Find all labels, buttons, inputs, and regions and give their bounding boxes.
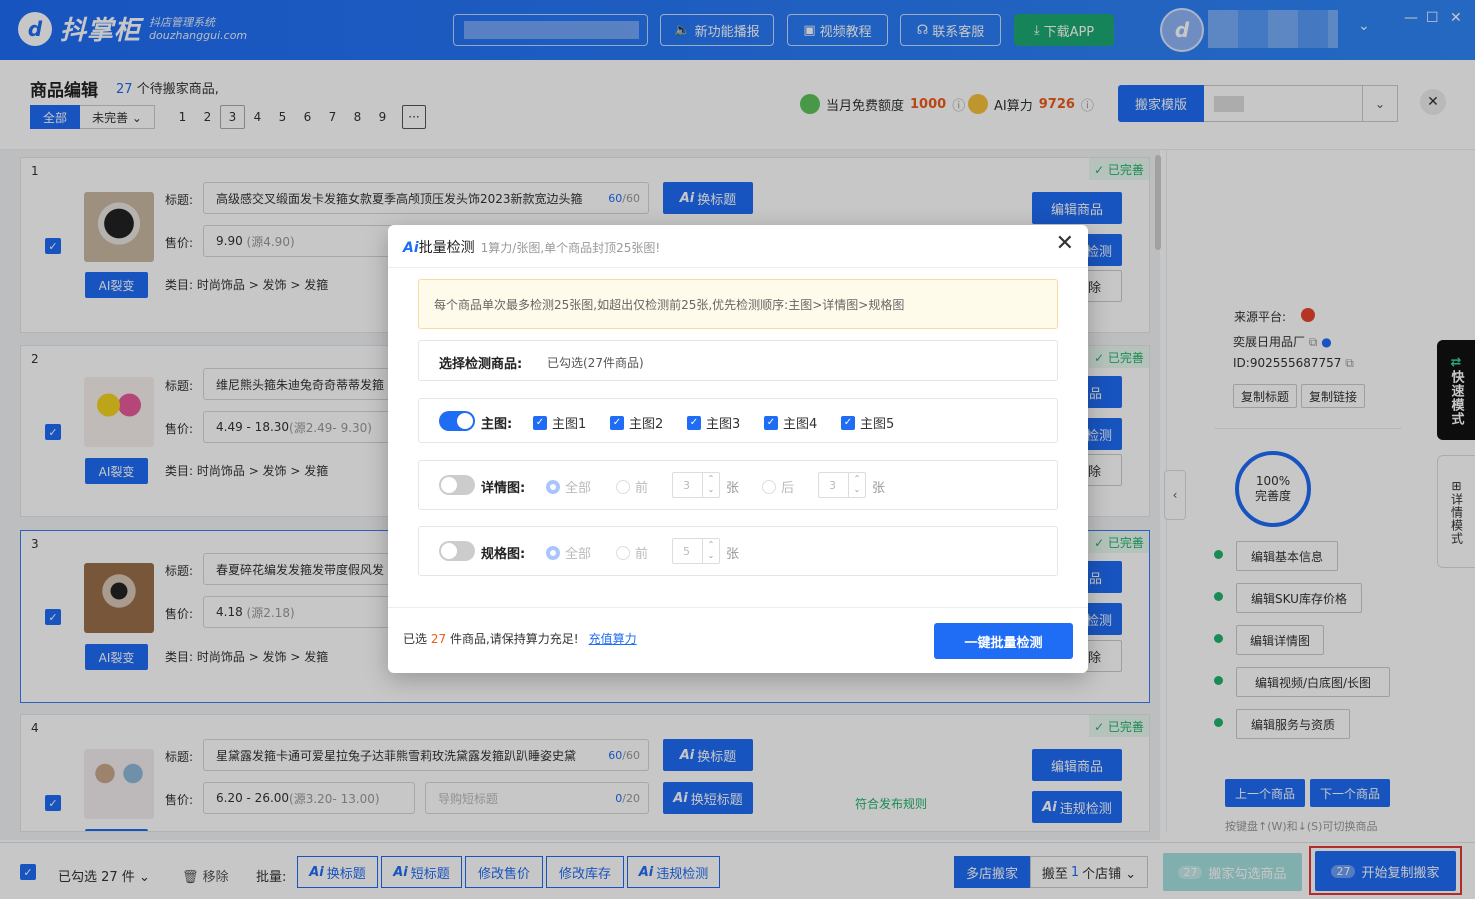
main-image-2-checkbox[interactable]: ✓ 主图2 (610, 413, 663, 432)
unit-label: 张 (872, 481, 886, 496)
notice-banner: 每个商品单次最多检测25张图,如超出仅检测前25张,优先检测顺序:主图>详情图>… (418, 279, 1058, 329)
unit-label: 张 (726, 547, 740, 562)
main-image-row: 主图: ✓ 主图1 ✓ 主图2 ✓ 主图3 ✓ 主图4 ✓ 主图5 (418, 398, 1058, 443)
detail-image-toggle[interactable] (439, 475, 475, 495)
batch-check-confirm-button[interactable]: 一键批量检测 (934, 623, 1073, 659)
spec-image-row: 规格图: 全部 前 5 张 (418, 526, 1058, 576)
main-image-3-checkbox[interactable]: ✓ 主图3 (687, 413, 740, 432)
batch-check-dialog: Ai批量检测 1算力/张图,单个商品封顶25张图! ✕ 每个商品单次最多检测25张… (388, 225, 1088, 673)
spec-image-toggle[interactable] (439, 541, 475, 561)
recharge-link[interactable]: 充值算力 (589, 632, 637, 646)
spec-first-radio[interactable]: 前 (616, 543, 648, 562)
select-label: 选择检测商品: (439, 357, 523, 372)
detail-last-radio[interactable]: 后 (762, 477, 794, 496)
main-image-1-checkbox[interactable]: ✓ 主图1 (533, 413, 586, 432)
detail-image-label: 详情图: (481, 481, 526, 496)
select-products-row: 选择检测商品: 已勾选(27件商品) (418, 340, 1058, 381)
detail-image-row: 详情图: 全部 前 3 张 后 3 张 (418, 460, 1058, 510)
spec-first-stepper[interactable]: 5 (672, 538, 720, 564)
detail-all-radio[interactable]: 全部 (546, 477, 591, 496)
selected-products: 已勾选(27件商品) (547, 356, 644, 370)
close-icon[interactable]: ✕ (1056, 233, 1074, 255)
unit-label: 张 (726, 481, 740, 496)
spec-all-radio[interactable]: 全部 (546, 543, 591, 562)
main-image-5-checkbox[interactable]: ✓ 主图5 (841, 413, 894, 432)
main-image-4-checkbox[interactable]: ✓ 主图4 (764, 413, 817, 432)
spec-image-label: 规格图: (481, 547, 526, 562)
main-image-label: 主图: (481, 417, 513, 432)
detail-first-stepper[interactable]: 3 (672, 472, 720, 498)
dialog-title: Ai批量检测 1算力/张图,单个商品封顶25张图! (403, 240, 661, 256)
detail-last-stepper[interactable]: 3 (818, 472, 866, 498)
dialog-footer-text: 已选 27 件商品,请保持算力充足! 充值算力 (403, 632, 637, 646)
detail-first-radio[interactable]: 前 (616, 477, 648, 496)
main-image-toggle[interactable] (439, 411, 475, 431)
